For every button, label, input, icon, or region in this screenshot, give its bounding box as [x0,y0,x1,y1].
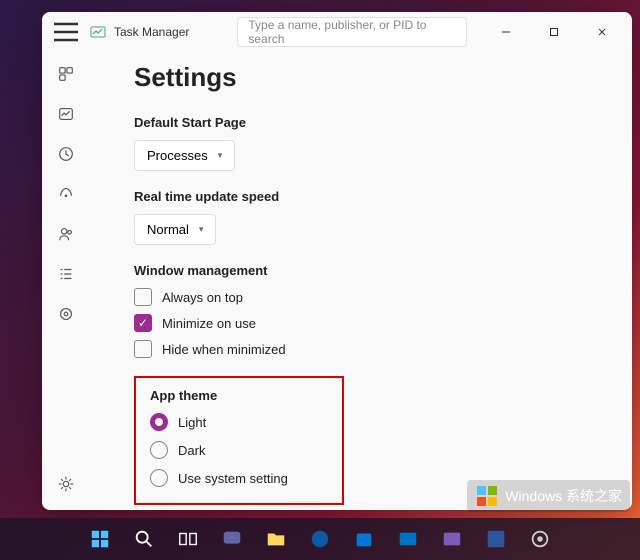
radio-system[interactable]: Use system setting [150,469,328,487]
taskbar [0,518,640,560]
page-title: Settings [134,62,608,93]
theme-dark-label: Dark [178,443,205,458]
section-update-speed: Real time update speed Normal ▾ [134,189,608,245]
minimize-button[interactable] [484,16,528,48]
checkbox-hide-when-minimized[interactable]: Hide when minimized [134,340,608,358]
window-mgmt-label: Window management [134,263,608,278]
chevron-down-icon: ▾ [218,150,223,161]
checkbox-icon [134,340,152,358]
sidebar [42,52,90,510]
update-speed-label: Real time update speed [134,189,608,204]
checkbox-icon [134,288,152,306]
nav-users[interactable] [47,216,85,252]
theme-system-label: Use system setting [178,471,288,486]
app-title: Task Manager [114,25,189,39]
watermark-text: Windows 系统之家 [505,486,622,506]
checkbox-checked-icon: ✓ [134,314,152,332]
update-speed-dropdown[interactable]: Normal ▾ [134,214,216,245]
taskbar-app-store[interactable] [345,520,383,558]
nav-services[interactable] [47,296,85,332]
taskbar-app-photos[interactable] [433,520,471,558]
content-area: Settings Default Start Page Processes ▾ … [90,52,632,510]
start-page-label: Default Start Page [134,115,608,130]
app-window: Task Manager Type a name, publisher, or … [42,12,632,510]
search-input[interactable]: Type a name, publisher, or PID to search [237,17,467,47]
highlight-annotation: App theme Light Dark Use system setting [134,376,344,505]
taskbar-app-word[interactable] [477,520,515,558]
nav-app-history[interactable] [47,136,85,172]
taskbar-app-chat[interactable] [213,520,251,558]
nav-details[interactable] [47,256,85,292]
search-placeholder: Type a name, publisher, or PID to search [248,18,456,46]
section-start-page: Default Start Page Processes ▾ [134,115,608,171]
close-button[interactable] [580,16,624,48]
maximize-button[interactable] [532,16,576,48]
update-speed-value: Normal [147,222,189,237]
always-on-top-label: Always on top [162,290,243,305]
start-page-dropdown[interactable]: Processes ▾ [134,140,235,171]
search-icon[interactable] [125,520,163,558]
taskbar-app-mail[interactable] [389,520,427,558]
nav-settings[interactable] [47,466,85,502]
taskbar-app-settings[interactable] [521,520,559,558]
radio-icon [150,469,168,487]
minimize-on-use-label: Minimize on use [162,316,256,331]
hamburger-menu[interactable] [50,16,82,48]
app-icon [90,24,106,40]
taskbar-app-explorer[interactable] [257,520,295,558]
radio-light[interactable]: Light [150,413,328,431]
start-page-value: Processes [147,148,208,163]
taskbar-app-edge[interactable] [301,520,339,558]
window-controls [484,16,624,48]
radio-selected-icon [150,413,168,431]
watermark: Windows 系统之家 [467,480,630,512]
checkbox-always-on-top[interactable]: Always on top [134,288,608,306]
theme-light-label: Light [178,415,206,430]
checkbox-minimize-on-use[interactable]: ✓ Minimize on use [134,314,608,332]
radio-dark[interactable]: Dark [150,441,328,459]
section-app-theme: App theme Light Dark Use system setting [150,388,328,487]
chevron-down-icon: ▾ [199,224,204,235]
nav-startup[interactable] [47,176,85,212]
task-view-icon[interactable] [169,520,207,558]
titlebar: Task Manager Type a name, publisher, or … [42,12,632,52]
nav-processes[interactable] [47,56,85,92]
body: Settings Default Start Page Processes ▾ … [42,52,632,510]
section-window-mgmt: Window management Always on top ✓ Minimi… [134,263,608,358]
nav-performance[interactable] [47,96,85,132]
radio-icon [150,441,168,459]
app-theme-label: App theme [150,388,328,403]
hide-when-min-label: Hide when minimized [162,342,286,357]
start-button[interactable] [81,520,119,558]
windows-logo-icon [475,484,499,508]
